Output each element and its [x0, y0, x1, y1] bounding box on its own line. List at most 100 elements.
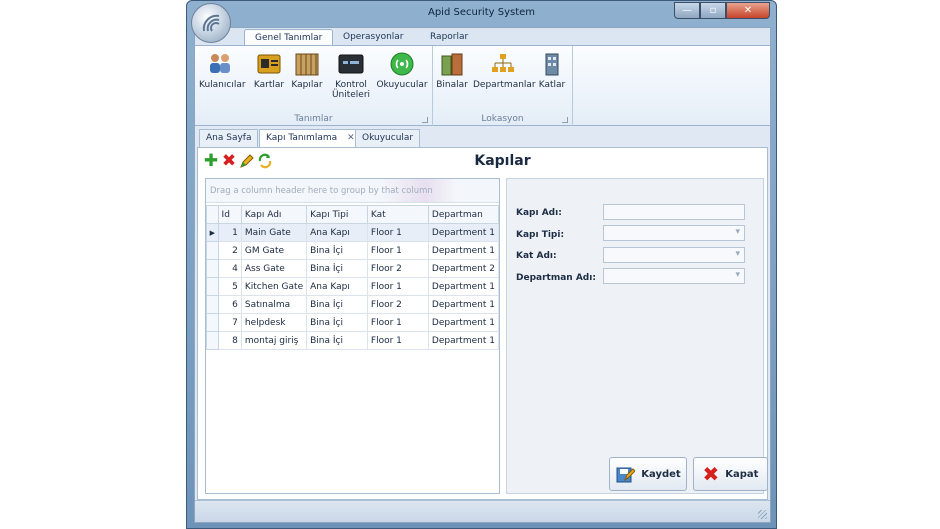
cell-departman[interactable]: Department 2: [427, 259, 500, 278]
tab-okuyucular[interactable]: Okuyucular: [355, 129, 421, 147]
cell-departman[interactable]: Department 1: [427, 241, 500, 260]
cell-kapi-adi[interactable]: montaj giriş: [240, 331, 308, 350]
departmanlar-label: Departmanlar: [473, 80, 536, 90]
departman-adi-label: Departman Adı:: [516, 273, 596, 283]
column-header-kat[interactable]: Kat: [366, 205, 429, 224]
group-label-tanimlar: Tanımlar: [294, 114, 333, 124]
cell-id[interactable]: 7: [217, 313, 242, 332]
kontrol-uniteleri-button[interactable]: Kontrol Üniteleri: [329, 50, 373, 100]
cell-kapi-adi[interactable]: Satınalma: [240, 295, 308, 314]
content-panel: ✚ ✖ Kapılar Drag a column header here to…: [197, 147, 768, 500]
cell-kat[interactable]: Floor 2: [366, 259, 429, 278]
grid-table: Id Kapı Adı Kapı Tipi Kat Departman ▶ 1 …: [206, 205, 500, 350]
group-launcher-icon[interactable]: [422, 117, 428, 123]
kapi-adi-label: Kapı Adı:: [516, 208, 562, 218]
binalar-label: Binalar: [436, 80, 468, 90]
kapi-tipi-select[interactable]: [603, 225, 745, 241]
group-launcher-icon[interactable]: [562, 117, 568, 123]
cell-kat[interactable]: Floor 1: [366, 313, 429, 332]
cell-kapi-tipi[interactable]: Bina İçi: [306, 295, 368, 314]
cell-id[interactable]: 4: [217, 259, 242, 278]
close-x-icon: ✖: [702, 462, 720, 486]
cell-id[interactable]: 5: [217, 277, 242, 296]
save-edit-icon: [616, 467, 636, 483]
cell-kat[interactable]: Floor 1: [366, 331, 429, 350]
katlar-label: Katlar: [538, 80, 566, 90]
okuyucular-label: Okuyucular: [376, 80, 428, 90]
cell-kapi-tipi[interactable]: Bina İçi: [306, 313, 368, 332]
departman-adi-select[interactable]: [603, 268, 745, 284]
cell-kapi-adi[interactable]: Ass Gate: [240, 259, 308, 278]
table-row[interactable]: 6 Satınalma Bina İçi Floor 2 Department …: [206, 295, 500, 314]
app-menu-orb-icon[interactable]: [191, 3, 231, 43]
close-window-button[interactable]: ✕: [726, 2, 770, 19]
row-indicator: [206, 331, 219, 350]
close-label: Kapat: [725, 468, 759, 480]
ribbon-tab-operasyonlar[interactable]: Operasyonlar: [333, 29, 414, 46]
cell-id[interactable]: 1: [217, 223, 242, 242]
tab-ana-sayfa[interactable]: Ana Sayfa: [199, 129, 259, 147]
minimize-button[interactable]: —: [674, 2, 700, 19]
column-header-id[interactable]: Id: [217, 205, 242, 224]
table-row[interactable]: 7 helpdesk Bina İçi Floor 1 Department 1: [206, 313, 500, 332]
katlar-button[interactable]: Katlar: [537, 50, 567, 90]
cell-kapi-tipi[interactable]: Bina İçi: [306, 331, 368, 350]
cell-kapi-adi[interactable]: Main Gate: [240, 223, 308, 242]
cell-kat[interactable]: Floor 2: [366, 295, 429, 314]
cell-kapi-tipi[interactable]: Bina İçi: [306, 241, 368, 260]
document-tab-strip: Ana Sayfa Kapı Tanımlama ✕ Okuyucular: [195, 129, 770, 148]
cell-kapi-tipi[interactable]: Bina İçi: [306, 259, 368, 278]
cell-kapi-adi[interactable]: helpdesk: [240, 313, 308, 332]
departmanlar-button[interactable]: Departmanlar: [473, 50, 536, 90]
cell-departman[interactable]: Department 1: [427, 223, 500, 242]
kapi-adi-input[interactable]: [603, 204, 745, 220]
group-by-panel[interactable]: Drag a column header here to group by th…: [206, 179, 499, 203]
kapilar-button[interactable]: Kapılar: [290, 50, 324, 90]
id-card-icon: [255, 50, 283, 78]
table-row[interactable]: 4 Ass Gate Bina İçi Floor 2 Department 2: [206, 259, 500, 278]
cell-kapi-adi[interactable]: GM Gate: [240, 241, 308, 260]
cell-kat[interactable]: Floor 1: [366, 223, 429, 242]
cell-kapi-tipi[interactable]: Ana Kapı: [306, 223, 368, 242]
close-tab-icon[interactable]: ✕: [347, 133, 355, 143]
wireless-reader-icon: [388, 50, 416, 78]
cell-departman[interactable]: Department 1: [427, 313, 500, 332]
kullanicilar-button[interactable]: Kulanıcılar: [199, 50, 246, 90]
binalar-button[interactable]: Binalar: [435, 50, 469, 90]
column-header-departman[interactable]: Departman: [427, 205, 500, 224]
okuyucular-button[interactable]: Okuyucular: [376, 50, 428, 90]
status-bar: [195, 500, 770, 522]
cell-departman[interactable]: Department 1: [427, 295, 500, 314]
tab-label: Kapı Tanımlama: [266, 133, 338, 143]
ribbon-tab-raporlar[interactable]: Raporlar: [420, 29, 478, 46]
column-header-kapi-tipi[interactable]: Kapı Tipi: [306, 205, 368, 224]
column-header-kapi-adi[interactable]: Kapı Adı: [240, 205, 308, 224]
save-button[interactable]: Kaydet: [609, 457, 687, 491]
client-area: Genel Tanımlar Operasyonlar Raporlar Kul…: [194, 27, 771, 523]
title-bar[interactable]: Apid Security System — ▫ ✕: [187, 1, 776, 27]
cell-id[interactable]: 2: [217, 241, 242, 260]
cell-kapi-adi[interactable]: Kitchen Gate: [240, 277, 308, 296]
cell-kat[interactable]: Floor 1: [366, 277, 429, 296]
cell-departman[interactable]: Department 1: [427, 331, 500, 350]
cell-id[interactable]: 6: [217, 295, 242, 314]
cell-departman[interactable]: Department 1: [427, 277, 500, 296]
table-row[interactable]: 2 GM Gate Bina İçi Floor 1 Department 1: [206, 241, 500, 260]
table-row[interactable]: 5 Kitchen Gate Ana Kapı Floor 1 Departme…: [206, 277, 500, 296]
cell-kapi-tipi[interactable]: Ana Kapı: [306, 277, 368, 296]
maximize-button[interactable]: ▫: [700, 2, 726, 19]
kapilar-label: Kapılar: [291, 80, 323, 90]
cell-kat[interactable]: Floor 1: [366, 241, 429, 260]
close-button[interactable]: ✖ Kapat: [693, 457, 768, 491]
table-row[interactable]: 8 montaj giriş Bina İçi Floor 1 Departme…: [206, 331, 500, 350]
kapi-tipi-label: Kapı Tipi:: [516, 230, 565, 240]
resize-grip-icon[interactable]: [758, 510, 767, 519]
ribbon-tab-genel-tanimlar[interactable]: Genel Tanımlar: [244, 29, 334, 46]
cell-id[interactable]: 8: [217, 331, 242, 350]
tab-kapi-tanimlama[interactable]: Kapı Tanımlama ✕: [259, 129, 362, 148]
row-indicator: [206, 313, 219, 332]
row-indicator-icon: ▶: [206, 223, 219, 242]
kat-adi-select[interactable]: [603, 247, 745, 263]
table-row[interactable]: ▶ 1 Main Gate Ana Kapı Floor 1 Departmen…: [206, 223, 500, 242]
kartlar-button[interactable]: Kartlar: [253, 50, 285, 90]
